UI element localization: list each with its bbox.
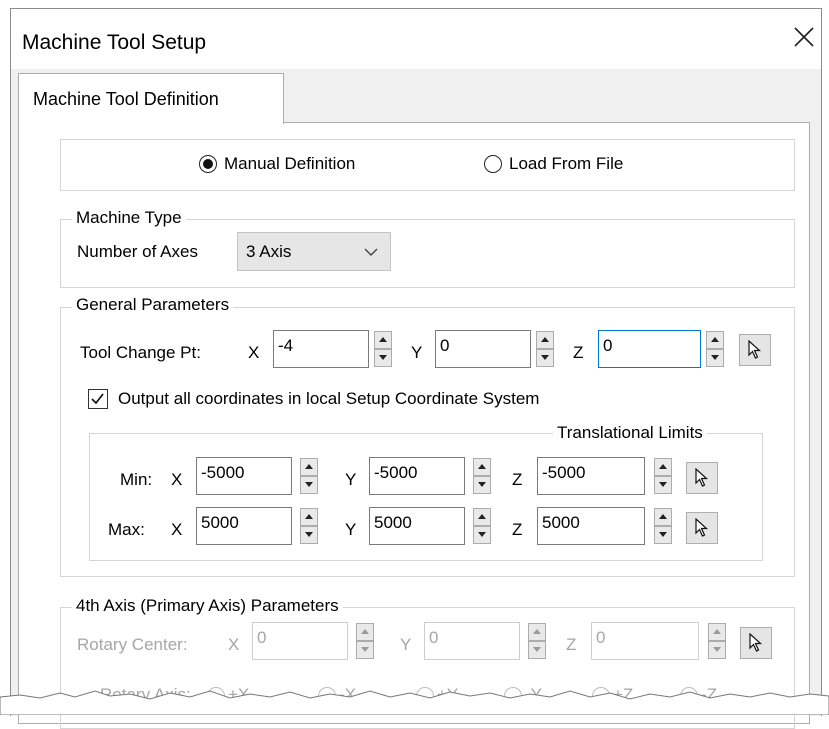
fourth-axis-legend: 4th Axis (Primary Axis) Parameters xyxy=(72,596,343,616)
max-x-spinner[interactable] xyxy=(300,508,318,544)
spin-up-icon[interactable] xyxy=(300,458,318,476)
tool-change-pick-button[interactable] xyxy=(739,334,771,366)
spin-up-icon[interactable] xyxy=(654,458,672,476)
tool-change-z-label: Z xyxy=(573,343,584,362)
spin-down-icon[interactable] xyxy=(473,476,491,494)
max-y-input[interactable]: 5000 xyxy=(369,507,465,545)
rotary-center-x-input[interactable]: 0 xyxy=(252,622,348,660)
tool-change-x-spinner[interactable] xyxy=(374,331,392,367)
spin-up-icon[interactable] xyxy=(708,623,726,641)
min-x-spinner[interactable] xyxy=(300,458,318,494)
output-local-checkbox[interactable] xyxy=(88,389,108,409)
spin-up-icon[interactable] xyxy=(356,623,374,641)
spin-up-icon[interactable] xyxy=(706,331,724,349)
tool-change-x-label: X xyxy=(248,343,260,362)
tool-change-y-input[interactable]: 0 xyxy=(435,330,531,368)
spin-up-icon[interactable] xyxy=(536,331,554,349)
max-label: Max: xyxy=(108,520,145,539)
max-x-label: X xyxy=(171,520,183,539)
spin-up-icon[interactable] xyxy=(473,508,491,526)
manual-definition-label: Manual Definition xyxy=(224,154,356,173)
number-of-axes-label: Number of Axes xyxy=(77,242,198,261)
tool-change-y-label: Y xyxy=(411,343,423,362)
pointer-select-icon xyxy=(695,468,709,487)
max-x-input[interactable]: 5000 xyxy=(196,507,292,545)
spin-up-icon[interactable] xyxy=(528,623,546,641)
tool-change-y-spinner[interactable] xyxy=(536,331,554,367)
spin-down-icon[interactable] xyxy=(536,349,554,367)
rotary-center-x-label: X xyxy=(228,635,240,654)
rotary-center-z-spinner[interactable] xyxy=(708,623,726,659)
pointer-select-icon xyxy=(695,518,709,537)
min-z-label: Z xyxy=(512,470,523,489)
max-z-label: Z xyxy=(512,520,523,539)
min-y-label: Y xyxy=(345,470,357,489)
spin-down-icon[interactable] xyxy=(706,349,724,367)
general-parameters-legend: General Parameters xyxy=(72,295,234,315)
tool-change-label: Tool Change Pt: xyxy=(80,343,201,362)
translational-limits-legend: Translational Limits xyxy=(553,423,707,443)
spin-down-icon[interactable] xyxy=(356,641,374,659)
rotary-center-label: Rotary Center: xyxy=(77,635,188,654)
min-pick-button[interactable] xyxy=(686,462,718,494)
spin-up-icon[interactable] xyxy=(654,508,672,526)
tab-label: Machine Tool Definition xyxy=(33,89,219,109)
manual-definition-radio[interactable] xyxy=(199,155,217,173)
load-from-file-radio[interactable] xyxy=(484,155,502,173)
spin-down-icon[interactable] xyxy=(654,476,672,494)
pointer-select-icon xyxy=(748,340,762,359)
spin-up-icon[interactable] xyxy=(473,458,491,476)
number-of-axes-value: 3 Axis xyxy=(246,242,292,261)
spin-down-icon[interactable] xyxy=(300,476,318,494)
rotary-center-z-label: Z xyxy=(566,635,577,654)
tool-change-z-spinner[interactable] xyxy=(706,331,724,367)
min-z-input[interactable]: -5000 xyxy=(537,457,645,495)
spin-down-icon[interactable] xyxy=(654,526,672,544)
max-pick-button[interactable] xyxy=(686,512,718,544)
spin-up-icon[interactable] xyxy=(374,331,392,349)
max-z-spinner[interactable] xyxy=(654,508,672,544)
min-y-spinner[interactable] xyxy=(473,458,491,494)
max-z-input[interactable]: 5000 xyxy=(537,507,645,545)
checkmark-icon xyxy=(91,393,104,405)
min-label: Min: xyxy=(120,470,153,489)
pointer-select-icon xyxy=(749,633,763,652)
max-y-spinner[interactable] xyxy=(473,508,491,544)
machine-type-legend: Machine Type xyxy=(72,208,186,228)
spin-down-icon[interactable] xyxy=(528,641,546,659)
rotary-center-y-label: Y xyxy=(400,635,412,654)
window-title: Machine Tool Setup xyxy=(22,31,207,54)
min-y-input[interactable]: -5000 xyxy=(369,457,465,495)
rotary-center-pick-button[interactable] xyxy=(740,627,772,659)
spin-down-icon[interactable] xyxy=(473,526,491,544)
load-from-file-label: Load From File xyxy=(509,154,624,173)
tab-machine-tool-definition[interactable]: Machine Tool Definition xyxy=(18,73,284,124)
rotary-center-y-spinner[interactable] xyxy=(528,623,546,659)
min-x-input[interactable]: -5000 xyxy=(196,457,292,495)
definition-source-group xyxy=(60,139,795,191)
max-y-label: Y xyxy=(345,520,357,539)
spin-down-icon[interactable] xyxy=(374,349,392,367)
output-local-label: Output all coordinates in local Setup Co… xyxy=(118,389,540,408)
chevron-down-icon xyxy=(364,248,378,256)
number-of-axes-select[interactable]: 3 Axis xyxy=(237,232,391,271)
rotary-center-x-spinner[interactable] xyxy=(356,623,374,659)
close-icon[interactable] xyxy=(791,24,817,50)
min-x-label: X xyxy=(171,470,183,489)
spin-down-icon[interactable] xyxy=(708,641,726,659)
spin-down-icon[interactable] xyxy=(300,526,318,544)
title-bar: Machine Tool Setup xyxy=(11,9,821,69)
min-z-spinner[interactable] xyxy=(654,458,672,494)
torn-edge xyxy=(0,690,829,715)
tool-change-z-input[interactable]: 0 xyxy=(598,330,701,368)
tool-change-x-input[interactable]: -4 xyxy=(273,330,369,368)
rotary-center-y-input[interactable]: 0 xyxy=(424,622,520,660)
spin-up-icon[interactable] xyxy=(300,508,318,526)
rotary-center-z-input[interactable]: 0 xyxy=(591,622,699,660)
